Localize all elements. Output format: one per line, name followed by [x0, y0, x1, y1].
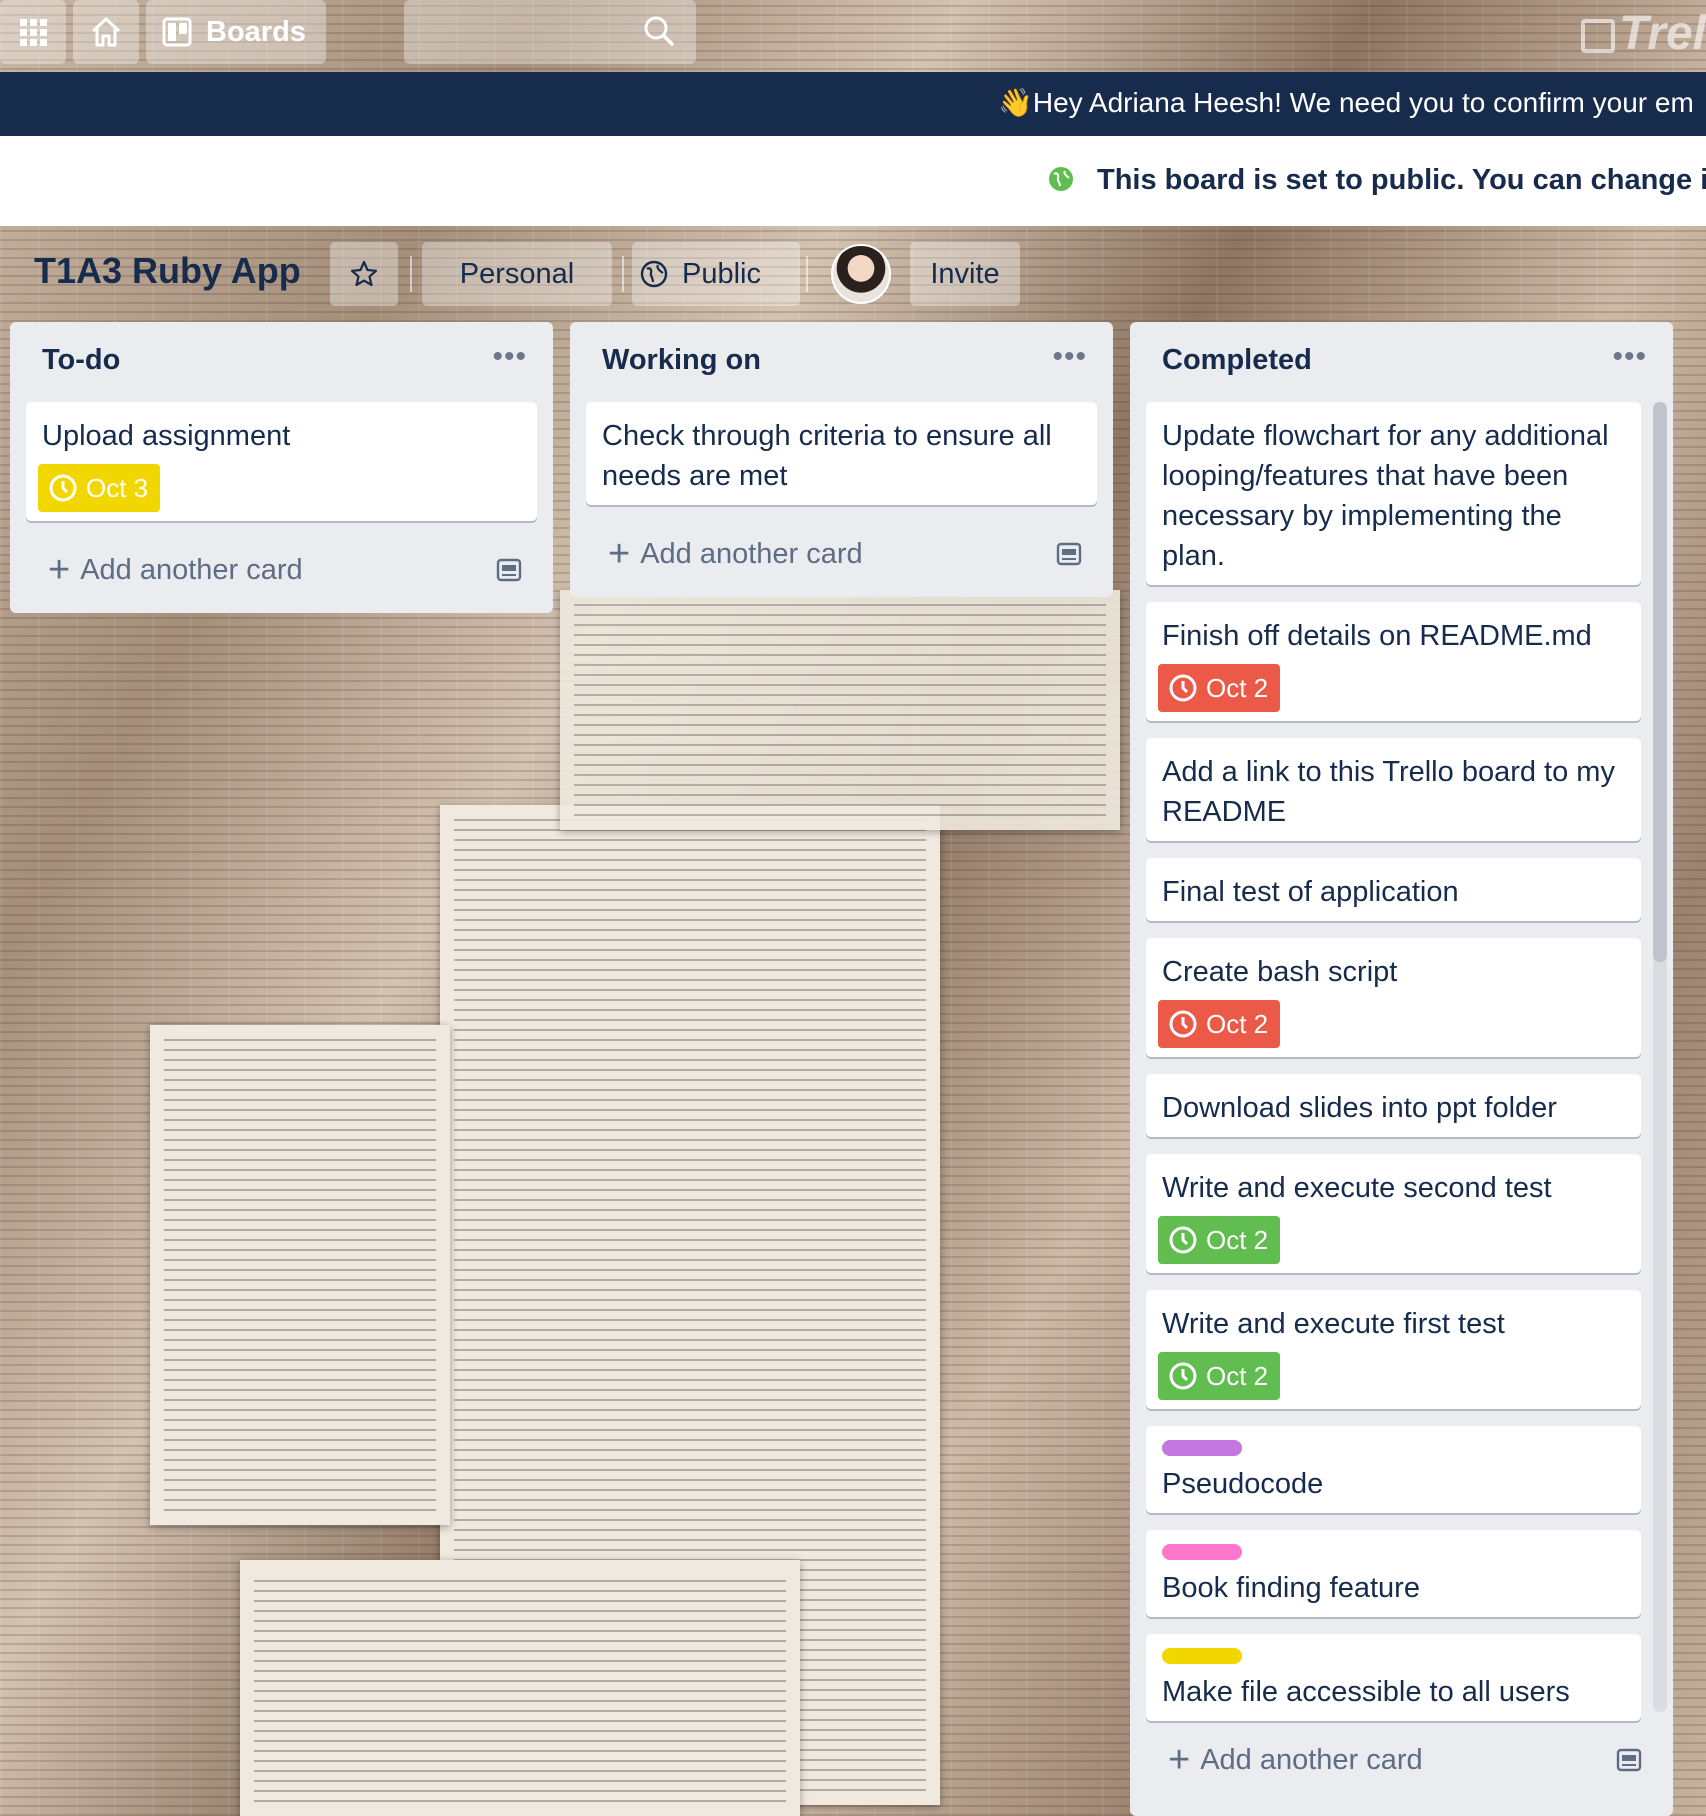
- card[interactable]: Finish off details on README.md Oct 2: [1146, 602, 1641, 721]
- list-working-on: Working on ••• Check through criteria to…: [570, 322, 1113, 597]
- card-title: Upload assignment: [42, 420, 291, 452]
- list-todo: To-do ••• Upload assignment Oct 3 + Add a…: [10, 322, 553, 613]
- card-title: Make file accessible to all users: [1162, 1676, 1570, 1708]
- add-card-button[interactable]: + Add another card: [570, 524, 1113, 584]
- add-card-label: Add another card: [640, 537, 863, 570]
- card[interactable]: Pseudocode: [1146, 1426, 1641, 1513]
- card-title: Add a link to this Trello board to my RE…: [1162, 756, 1615, 828]
- clock-icon: [1169, 1010, 1197, 1038]
- list-title[interactable]: Completed: [1162, 344, 1312, 377]
- list-scrollbar[interactable]: [1653, 402, 1667, 1712]
- background-book-page: [240, 1560, 800, 1816]
- card-title: Book finding feature: [1162, 1572, 1420, 1604]
- add-card-label: Add another card: [1200, 1743, 1423, 1776]
- home-icon: [91, 17, 121, 47]
- add-card-label: Add another card: [80, 553, 303, 586]
- visibility-label: Public: [682, 257, 761, 290]
- add-card-button[interactable]: + Add another card: [10, 540, 553, 600]
- invite-button[interactable]: Invite: [910, 242, 1020, 306]
- boards-label: Boards: [206, 15, 306, 48]
- scrollbar-thumb[interactable]: [1653, 402, 1667, 962]
- card-title: Create bash script: [1162, 956, 1398, 988]
- due-date-badge[interactable]: Oct 2: [1158, 664, 1281, 712]
- public-board-banner: This board is set to public. You can cha…: [0, 136, 1706, 226]
- apps-grid-icon: [20, 19, 47, 46]
- logo-text: Trel: [1618, 7, 1706, 60]
- due-date-text: Oct 2: [1206, 1008, 1269, 1039]
- list-title[interactable]: Working on: [602, 344, 761, 377]
- boards-icon: [162, 17, 192, 47]
- due-date-text: Oct 2: [1206, 1360, 1269, 1391]
- star-icon: [350, 260, 378, 287]
- search-input[interactable]: [404, 0, 696, 64]
- card[interactable]: Write and execute second test Oct 2: [1146, 1154, 1641, 1273]
- clock-icon: [1169, 1362, 1197, 1390]
- due-date-text: Oct 3: [86, 472, 149, 503]
- card[interactable]: Update flowchart for any additional loop…: [1146, 402, 1641, 585]
- due-date-text: Oct 2: [1206, 1224, 1269, 1255]
- clock-icon: [49, 474, 77, 502]
- due-date-badge[interactable]: Oct 3: [38, 464, 161, 512]
- home-button[interactable]: [73, 0, 139, 64]
- trello-logo[interactable]: Trel: [1580, 6, 1706, 61]
- card[interactable]: Final test of application: [1146, 858, 1641, 921]
- background-book-page: [150, 1025, 450, 1525]
- card-title: Download slides into ppt folder: [1162, 1092, 1557, 1124]
- card-title: Write and execute second test: [1162, 1172, 1552, 1204]
- public-board-notice: This board is set to public. You can cha…: [1097, 164, 1706, 196]
- card[interactable]: Make file accessible to all users: [1146, 1634, 1641, 1721]
- background-book-page: [560, 590, 1120, 830]
- list-completed: Completed ••• Update flowchart for any a…: [1130, 322, 1673, 1816]
- boards-button[interactable]: Boards: [146, 0, 326, 64]
- header-divider: [806, 256, 808, 292]
- card[interactable]: Add a link to this Trello board to my RE…: [1146, 738, 1641, 841]
- list-menu-button[interactable]: •••: [492, 340, 527, 374]
- confirm-email-banner: 👋Hey Adriana Heesh! We need you to confi…: [0, 72, 1706, 136]
- card-label-pink[interactable]: [1162, 1544, 1242, 1560]
- header-divider: [410, 256, 412, 292]
- card[interactable]: Write and execute first test Oct 2: [1146, 1290, 1641, 1409]
- due-date-text: Oct 2: [1206, 672, 1269, 703]
- header-divider: [622, 256, 624, 292]
- card[interactable]: Upload assignment Oct 3: [26, 402, 537, 521]
- add-card-button[interactable]: + Add another card: [1130, 1730, 1673, 1790]
- card-title: Update flowchart for any additional loop…: [1162, 420, 1609, 572]
- card-template-icon[interactable]: [1615, 1746, 1643, 1774]
- card[interactable]: Download slides into ppt folder: [1146, 1074, 1641, 1137]
- card[interactable]: Book finding feature: [1146, 1530, 1641, 1617]
- card-title: Finish off details on README.md: [1162, 620, 1592, 652]
- search-icon: [644, 16, 674, 46]
- confirm-email-text: 👋Hey Adriana Heesh! We need you to confi…: [998, 87, 1694, 118]
- card[interactable]: Create bash script Oct 2: [1146, 938, 1641, 1057]
- card-title: Pseudocode: [1162, 1468, 1324, 1500]
- card-template-icon[interactable]: [495, 556, 523, 584]
- clock-icon: [1169, 1226, 1197, 1254]
- clock-icon: [1169, 674, 1197, 702]
- card-template-icon[interactable]: [1055, 540, 1083, 568]
- card[interactable]: Check through criteria to ensure all nee…: [586, 402, 1097, 505]
- card-title: Check through criteria to ensure all nee…: [602, 420, 1052, 492]
- card-label-yellow[interactable]: [1162, 1648, 1242, 1664]
- globe-icon: [1049, 167, 1073, 191]
- member-avatar[interactable]: [831, 244, 891, 304]
- apps-button[interactable]: [0, 0, 66, 64]
- card-label-purple[interactable]: [1162, 1440, 1242, 1456]
- board-title[interactable]: T1A3 Ruby App: [34, 250, 301, 292]
- list-menu-button[interactable]: •••: [1052, 340, 1087, 374]
- list-title[interactable]: To-do: [42, 344, 120, 377]
- due-date-badge[interactable]: Oct 2: [1158, 1000, 1281, 1048]
- visibility-button[interactable]: Public: [632, 242, 800, 306]
- due-date-badge[interactable]: Oct 2: [1158, 1216, 1281, 1264]
- list-menu-button[interactable]: •••: [1612, 340, 1647, 374]
- globe-icon: [640, 260, 668, 288]
- star-button[interactable]: [330, 242, 398, 306]
- team-button[interactable]: Personal: [422, 242, 612, 306]
- due-date-badge[interactable]: Oct 2: [1158, 1352, 1281, 1400]
- top-nav: Boards Trel: [0, 0, 1706, 72]
- card-title: Write and execute first test: [1162, 1308, 1505, 1340]
- card-title: Final test of application: [1162, 876, 1459, 908]
